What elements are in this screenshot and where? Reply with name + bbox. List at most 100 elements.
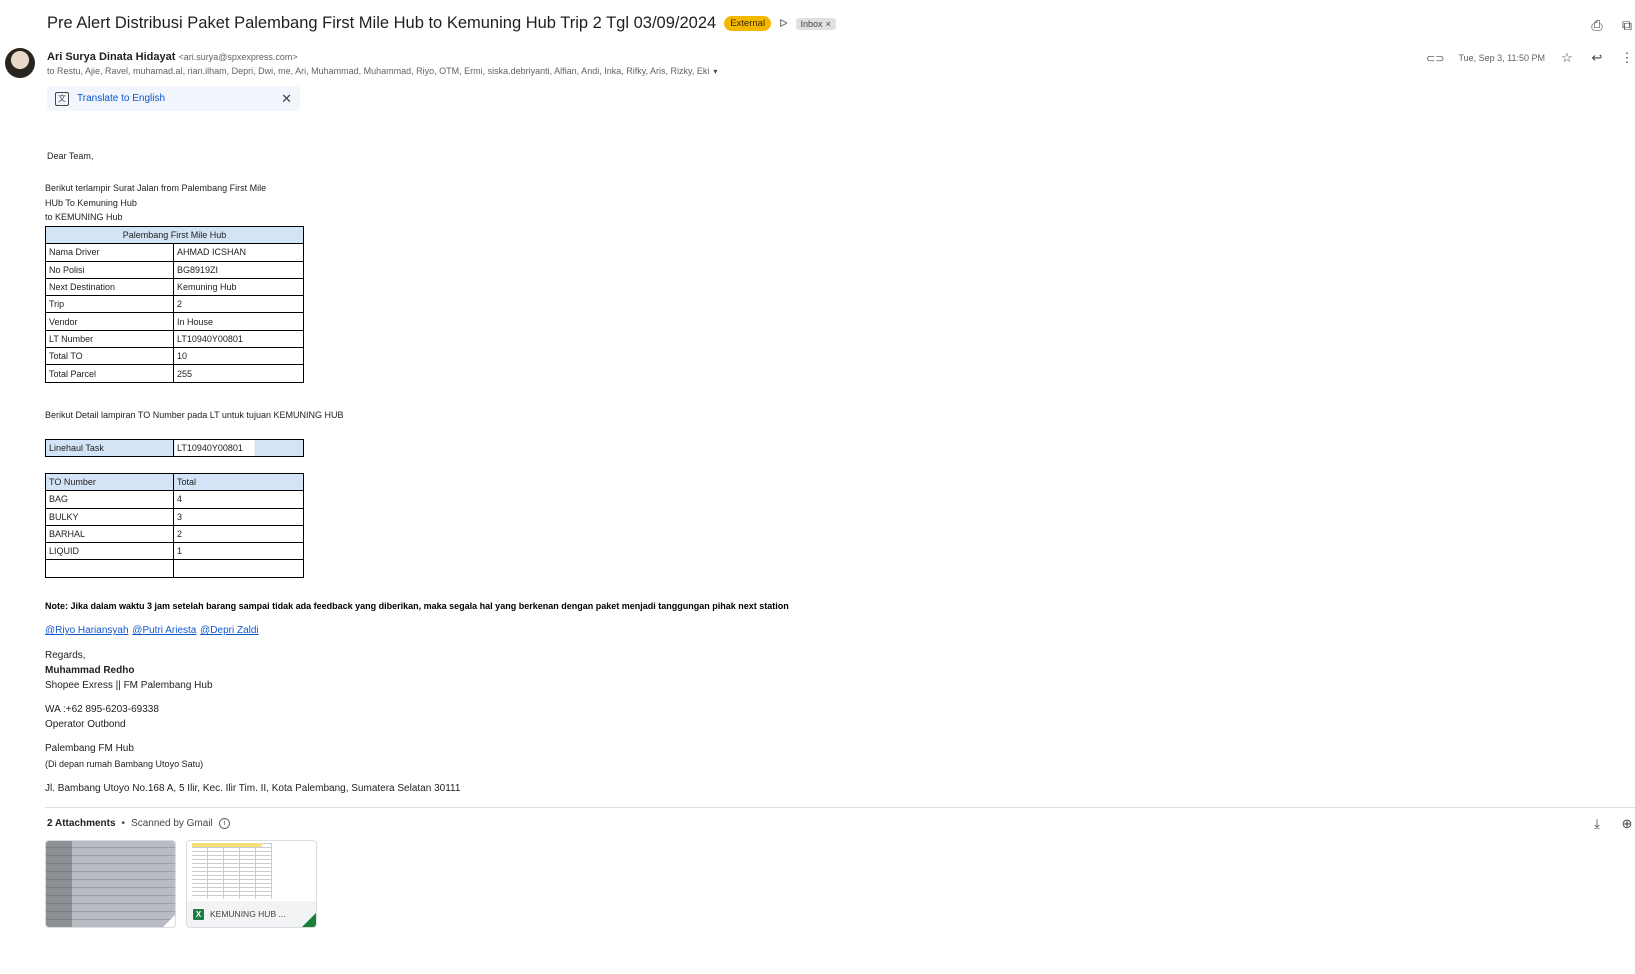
attachments-header: 2 Attachments • Scanned by Gmail i <box>47 818 230 829</box>
image-preview <box>46 841 175 927</box>
thumbnail-corner <box>163 915 175 927</box>
mentions: @Riyo Hariansyah @Putri Ariesta @Depri Z… <box>45 625 260 636</box>
download-all-icon[interactable]: ⤓ <box>1589 816 1605 832</box>
info-value: Kemuning Hub <box>173 277 304 297</box>
info-label: No Polisi <box>45 260 174 279</box>
sender-email: <ari.surya@spxexpress.com> <box>178 52 298 62</box>
column-header: TO Number <box>45 472 174 492</box>
info-value: 2 <box>173 295 304 314</box>
info-label: Total Parcel <box>45 364 174 383</box>
info-value: LT10940Y00801 <box>173 329 304 349</box>
sig-wa: WA :+62 895-6203-69338 <box>45 704 159 715</box>
to-total <box>173 559 304 578</box>
message-header-actions: ⊂⊃ Tue, Sep 3, 11:50 PM ☆ ↩ ⋮ <box>1426 50 1635 66</box>
sender-name[interactable]: Ari Surya Dinata Hidayat <box>47 51 175 63</box>
spreadsheet-preview <box>192 843 272 899</box>
info-label: Nama Driver <box>45 243 174 262</box>
table-row: Vendor In House <box>45 312 304 331</box>
to-number-table: TO Number Total BAG 4 BULKY 3 BARHAL 2 LIQU… <box>45 472 304 578</box>
to-type: BARHAL <box>45 524 174 544</box>
column-header: Total <box>173 472 304 492</box>
email-subject: Pre Alert Distribusi Paket Palembang Fir… <box>47 14 717 32</box>
table-row: Nama Driver AHMAD ICSHAN <box>45 243 304 262</box>
linehaul-table: Linehaul Task LT10940Y00801 <box>45 438 304 458</box>
info-value: BG8919ZI <box>173 260 304 279</box>
to-type: LIQUID <box>45 542 174 561</box>
to-type: BULKY <box>45 507 174 526</box>
reply-icon[interactable]: ↩ <box>1589 50 1605 66</box>
intro-line: Berikut terlampir Surat Jalan from Palem… <box>45 183 267 193</box>
table-header-row: Palembang First Mile Hub <box>45 225 304 245</box>
info-label: LT Number <box>45 329 174 349</box>
sig-address: Jl. Bambang Utoyo No.168 A, 5 Ilir, Kec.… <box>45 783 461 794</box>
add-to-drive-icon[interactable]: ⊕ <box>1619 816 1635 832</box>
star-icon[interactable]: ☆ <box>1559 50 1575 66</box>
info-value: 255 <box>173 364 304 383</box>
scanned-label: Scanned by Gmail <box>131 818 213 829</box>
close-translate-icon[interactable]: ✕ <box>281 91 292 107</box>
recipients-list: to Restu, Ajie, Ravel, muhamad.al, rian.… <box>47 66 710 76</box>
inbox-label: Inbox × <box>795 17 836 30</box>
message-date: Tue, Sep 3, 11:50 PM <box>1458 53 1545 63</box>
attachment-filename: KEMUNING HUB ... <box>210 909 286 919</box>
table-row: LT Number LT10940Y00801 <box>45 329 304 349</box>
info-value: AHMAD ICSHAN <box>173 243 304 262</box>
table-row: Trip 2 <box>45 295 304 314</box>
table-row: No Polisi BG8919ZI <box>45 260 304 279</box>
email-subject-row: Pre Alert Distribusi Paket Palembang Fir… <box>47 14 836 33</box>
note-text: Note: Jika dalam waktu 3 jam setelah bar… <box>45 601 789 611</box>
info-label: Next Destination <box>45 277 174 297</box>
table-row <box>45 559 304 578</box>
attachment-actions: ⤓ ⊕ <box>1589 816 1635 832</box>
info-icon[interactable]: i <box>218 818 230 829</box>
info-value: 10 <box>173 347 304 366</box>
to-total: 4 <box>173 490 304 509</box>
table-row: BAG 4 <box>45 490 304 509</box>
recipients-line: to Restu, Ajie, Ravel, muhamad.al, rian.… <box>47 66 717 76</box>
top-actions: ⎙ ⧉ <box>1589 17 1635 34</box>
inbox-label-text: Inbox <box>800 18 823 29</box>
attachments-count: 2 Attachments <box>47 818 116 829</box>
table-row: Linehaul Task LT10940Y00801 <box>45 438 304 458</box>
to-type: BAG <box>45 490 174 509</box>
table-row: Total Parcel 255 <box>45 364 304 383</box>
excel-icon: X <box>193 908 204 920</box>
excel-attachment-thumbnail[interactable]: X KEMUNING HUB ... <box>186 840 317 928</box>
table-row: LIQUID 1 <box>45 542 304 561</box>
sig-hub: Palembang FM Hub <box>45 743 134 754</box>
to-total: 1 <box>173 542 304 561</box>
mention-link[interactable]: @Putri Ariesta <box>132 625 196 636</box>
attachments-divider <box>45 807 1635 808</box>
attachment-label: X KEMUNING HUB ... <box>187 901 316 927</box>
sig-company: Shopee Exress || FM Palembang Hub <box>45 680 213 691</box>
mention-link[interactable]: @Depri Zaldi <box>200 625 259 636</box>
table-header-row: TO Number Total <box>45 472 304 492</box>
more-options-icon[interactable]: ⋮ <box>1619 50 1635 66</box>
sig-role: Operator Outbond <box>45 719 126 730</box>
sender-avatar[interactable] <box>5 48 35 78</box>
importance-marker-icon[interactable]: ᐅ <box>779 17 787 30</box>
to-type <box>45 559 174 578</box>
open-new-window-icon[interactable]: ⧉ <box>1619 17 1635 34</box>
print-icon[interactable]: ⎙ <box>1589 17 1605 34</box>
sig-name: Muhammad Redho <box>45 665 135 676</box>
translate-icon: 文 <box>55 91 69 106</box>
show-details-icon[interactable]: ▾ <box>713 67 717 76</box>
table-row: BULKY 3 <box>45 507 304 526</box>
mention-link[interactable]: @Riyo Hariansyah <box>45 625 129 636</box>
to-total: 2 <box>173 524 304 544</box>
info-table-header: Palembang First Mile Hub <box>45 225 304 245</box>
greeting: Dear Team, <box>47 151 94 161</box>
remove-label-icon[interactable]: × <box>826 19 831 29</box>
intro-line: to KEMUNING Hub <box>45 212 123 222</box>
attachment-icon: ⊂⊃ <box>1426 52 1445 65</box>
sig-regards: Regards, <box>45 650 86 661</box>
info-label: Trip <box>45 295 174 314</box>
sig-hub-note: (Di depan rumah Bambang Utoyo Satu) <box>45 759 204 769</box>
image-attachment-thumbnail[interactable] <box>45 840 176 928</box>
translate-link[interactable]: Translate to English <box>77 93 165 104</box>
sender-line: Ari Surya Dinata Hidayat <ari.surya@spxe… <box>47 51 298 63</box>
detail-line: Berikut Detail lampiran TO Number pada L… <box>45 410 344 420</box>
linehaul-value: LT10940Y00801 <box>173 438 304 458</box>
intro-line: HUb To Kemuning Hub <box>45 197 137 208</box>
